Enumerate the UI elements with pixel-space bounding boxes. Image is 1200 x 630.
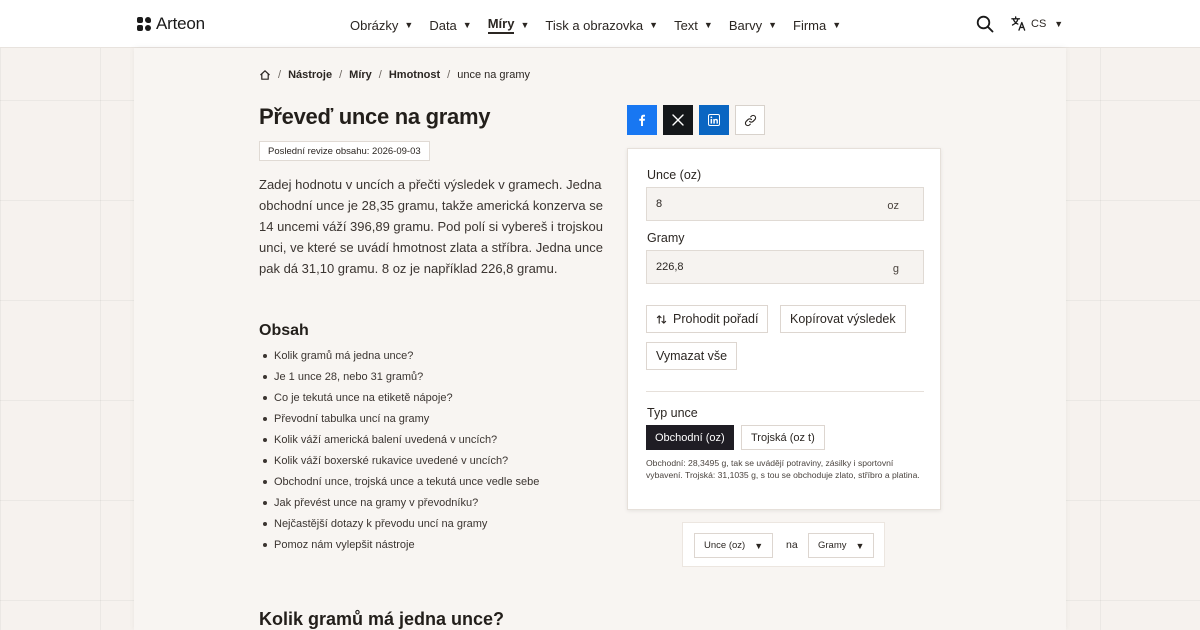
caret-down-icon: ▼	[649, 20, 659, 30]
page-title: Převeď unce na gramy	[259, 104, 491, 129]
language-switcher[interactable]: CS ▼	[1010, 15, 1063, 32]
clear-all-button[interactable]: Vymazat vše	[646, 342, 738, 370]
converter-card: Unce (oz) oz Gramy g Prohodit pořadí Kop…	[627, 148, 941, 510]
language-code: CS	[1031, 17, 1047, 30]
ounce-type-troy[interactable]: Trojská (oz t)	[741, 425, 825, 450]
nav-item-label: Firma	[793, 17, 827, 33]
clear-all-label: Vymazat vše	[656, 349, 728, 363]
nav-item-label: Barvy	[728, 17, 763, 33]
toc-item[interactable]: Kolik váží americká balení uvedená v unc…	[262, 432, 539, 453]
caret-down-icon: ▼	[754, 540, 764, 551]
nav-item-miry[interactable]: Míry ▼	[487, 16, 530, 34]
caret-down-icon: ▼	[703, 20, 713, 30]
breadcrumb-separator: /	[339, 69, 343, 81]
caret-down-icon: ▼	[855, 540, 865, 551]
table-of-contents: Kolik gramů má jedna unce? Je 1 unce 28,…	[262, 348, 539, 558]
toc-item[interactable]: Je 1 unce 28, nebo 31 gramů?	[262, 369, 539, 390]
toc-item[interactable]: Převodní tabulka uncí na gramy	[262, 411, 539, 432]
caret-down-icon: ▼	[404, 20, 414, 30]
toc-item[interactable]: Kolik váží boxerské rukavice uvedené v u…	[262, 453, 539, 474]
ounce-type-commercial[interactable]: Obchodní (oz)	[646, 425, 734, 450]
translate-icon	[1011, 16, 1026, 31]
breadcrumb-separator: /	[278, 69, 282, 81]
swap-button[interactable]: Prohodit pořadí	[646, 305, 769, 333]
breadcrumb-separator: /	[447, 69, 451, 81]
share-x-button[interactable]	[663, 105, 693, 135]
search-icon[interactable]	[976, 15, 994, 33]
breadcrumb-item-miry[interactable]: Míry	[349, 69, 372, 81]
brand-name: Arteon	[156, 14, 205, 33]
toc-item[interactable]: Pomoz nám vylepšit nástroje	[262, 537, 539, 558]
link-icon	[744, 114, 756, 126]
toc-title: Obsah	[259, 322, 309, 339]
copy-result-label: Kopírovat výsledek	[790, 312, 896, 326]
divider	[646, 391, 924, 392]
unit-connector: na	[786, 539, 798, 551]
logo-mark-icon	[137, 17, 151, 31]
caret-down-icon: ▼	[832, 20, 842, 30]
toc-item[interactable]: Obchodní unce, trojská unce a tekutá unc…	[262, 474, 539, 495]
home-icon[interactable]	[259, 69, 271, 81]
breadcrumb-item-nastroje[interactable]: Nástroje	[288, 69, 332, 81]
copy-result-button[interactable]: Kopírovat výsledek	[780, 305, 906, 333]
from-field-label: Unce (oz)	[647, 168, 702, 182]
section-title: Kolik gramů má jedna unce?	[259, 609, 505, 629]
nav-item-data[interactable]: Data ▼	[429, 16, 471, 34]
from-unit: oz	[887, 200, 899, 212]
nav-item-text[interactable]: Text ▼	[674, 16, 713, 34]
facebook-icon	[639, 114, 645, 126]
unit-selector: Unce (oz) ▼ na Gramy ▼	[682, 522, 885, 567]
breadcrumb-current: unce na gramy	[457, 69, 530, 81]
breadcrumb-separator: /	[378, 69, 382, 81]
nav-item-label: Tisk a obrazovka	[545, 17, 644, 33]
toc-item[interactable]: Jak převést unce na gramy v převodníku?	[262, 495, 539, 516]
from-unit-select[interactable]: Unce (oz) ▼	[694, 533, 774, 558]
to-unit: g	[892, 263, 899, 275]
to-field: g	[646, 250, 924, 284]
caret-down-icon: ▼	[768, 20, 777, 30]
nav-item-label: Míry	[487, 16, 515, 34]
linkedin-icon	[708, 114, 720, 126]
top-header: Arteon Obrázky ▼ Data ▼ Míry ▼ Tisk a obraz…	[0, 0, 1200, 48]
nav-item-label: Data	[429, 17, 457, 33]
to-field-label: Gramy	[647, 231, 685, 245]
breadcrumb: / Nástroje / Míry / Hmotnost / unce na g…	[259, 69, 530, 81]
caret-down-icon: ▼	[462, 20, 472, 30]
nav-item-tisk[interactable]: Tisk a obrazovka ▼	[545, 16, 658, 34]
intro-paragraph: Zadej hodnotu v uncích a přečti výsledek…	[259, 177, 603, 276]
ounce-type-note: Obchodní: 28,3495 g, tak se uvádějí potr…	[646, 458, 920, 480]
from-unit-select-value: Unce (oz)	[704, 540, 746, 551]
caret-down-icon: ▼	[520, 20, 530, 30]
breadcrumb-item-hmotnost[interactable]: Hmotnost	[389, 69, 440, 81]
nav-item-barvy[interactable]: Barvy ▼	[729, 16, 777, 34]
nav-item-firma[interactable]: Firma ▼	[793, 16, 841, 34]
main-nav: Obrázky ▼ Data ▼ Míry ▼ Tisk a obrazovka ▼ T…	[350, 16, 857, 34]
ounce-type-label: Typ unce	[647, 406, 698, 420]
brand-logo[interactable]: Arteon	[137, 14, 205, 34]
swap-button-label: Prohodit pořadí	[673, 312, 759, 326]
share-facebook-button[interactable]	[627, 105, 657, 135]
grams-input[interactable]	[647, 251, 877, 283]
share-linkedin-button[interactable]	[699, 105, 729, 135]
x-icon	[672, 114, 684, 126]
nav-item-obrazky[interactable]: Obrázky ▼	[350, 16, 413, 34]
swap-icon	[656, 314, 667, 324]
copy-link-button[interactable]	[735, 105, 765, 135]
to-unit-select-value: Gramy	[818, 540, 847, 551]
toc-item[interactable]: Nejčastější dotazy k převodu uncí na gra…	[262, 516, 539, 537]
nav-item-label: Obrázky	[350, 17, 399, 33]
caret-down-icon: ▼	[1054, 18, 1064, 29]
revision-badge: Poslední revize obsahu: 2026-09-03	[259, 141, 430, 161]
ounces-input[interactable]	[647, 188, 877, 220]
toc-item[interactable]: Co je tekutá unce na etiketě nápoje?	[262, 390, 539, 411]
toc-item[interactable]: Kolik gramů má jedna unce?	[262, 348, 539, 369]
from-field: oz	[646, 187, 924, 221]
to-unit-select[interactable]: Gramy ▼	[808, 533, 875, 558]
nav-item-label: Text	[674, 17, 698, 33]
